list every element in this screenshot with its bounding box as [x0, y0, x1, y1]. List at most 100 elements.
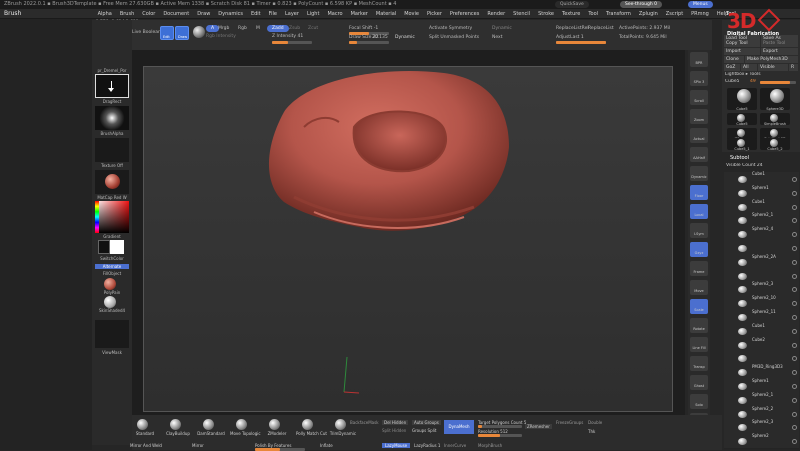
visibility-eye-icon[interactable] — [792, 315, 797, 320]
paste-tool-button[interactable]: Paste Tool — [761, 40, 798, 47]
matcap-label[interactable]: MatCap Red W — [95, 195, 129, 200]
replace-list-button[interactable]: ReplaceList — [588, 26, 614, 31]
shelf-local[interactable]: Local — [690, 204, 708, 219]
subtool-row[interactable]: Sphere2 — [724, 433, 799, 450]
menu-draw[interactable]: Draw — [193, 9, 214, 19]
visibility-eye-icon[interactable] — [792, 342, 797, 348]
draw-size-track[interactable] — [349, 41, 389, 44]
quicksave-button[interactable]: QuickSave — [555, 1, 589, 8]
shelf-frame[interactable]: Frame — [690, 261, 708, 276]
shelf-scale[interactable]: Scale — [690, 299, 708, 314]
menu-tool[interactable]: Tool — [584, 9, 602, 19]
skinshaded-label[interactable]: SkinShaded4 — [95, 308, 129, 313]
shelf-actual[interactable]: Actual — [690, 128, 708, 143]
visibility-eye-icon[interactable] — [792, 218, 797, 224]
shelf-move[interactable]: Move — [690, 280, 708, 295]
polypaint-label[interactable]: PolyPain — [95, 290, 129, 295]
brush-sphere-icon[interactable] — [302, 419, 313, 430]
menu-render[interactable]: Render — [483, 9, 509, 19]
z-intensity-track[interactable] — [272, 41, 312, 44]
mirror-weld-button[interactable]: Mirror And Weld — [130, 443, 162, 448]
make-polymesh-button[interactable]: Make PolyMesh3D — [745, 56, 798, 63]
fillobject-button[interactable]: FillObject — [95, 271, 129, 276]
shelf-scroll[interactable]: Scroll — [690, 90, 708, 105]
visibility-eye-icon[interactable] — [792, 177, 797, 182]
dynamesh-button[interactable]: DynaMesh — [444, 420, 474, 434]
brush-sphere-icon[interactable] — [170, 419, 181, 430]
dynamic-button[interactable]: Dynamic — [395, 35, 415, 40]
edit-button[interactable]: Edit — [160, 26, 174, 40]
mirror-button[interactable]: Mirror — [192, 443, 204, 448]
shelf-gxyz[interactable]: Gxyz — [690, 242, 708, 257]
copy-tool-button[interactable]: Copy Tool — [724, 40, 760, 47]
3d-viewport[interactable] — [143, 66, 673, 412]
freeze-groups-button[interactable]: FreezeGroups — [556, 420, 583, 425]
menu-dynamics[interactable]: Dynamics — [214, 9, 247, 19]
groups-split-button[interactable]: Groups Split — [412, 428, 436, 433]
menu-light[interactable]: Light — [303, 9, 323, 19]
lightbox-tools-button[interactable]: Lightbox ▸ Tools — [725, 72, 761, 77]
drag-rect-label[interactable]: DragRect — [95, 99, 129, 104]
main-color-swatch[interactable] — [110, 240, 124, 254]
morph-brush-button[interactable]: MorphBrush — [478, 443, 502, 448]
menu-marker[interactable]: Marker — [347, 9, 372, 19]
menu-stroke[interactable]: Stroke — [534, 9, 558, 19]
visibility-eye-icon[interactable] — [792, 439, 797, 445]
gradient-label[interactable]: Gradient — [95, 234, 129, 239]
rgb-intensity-slider[interactable]: Rgb Intensity — [206, 34, 236, 39]
brush-sphere-icon[interactable] — [236, 419, 247, 430]
shelf-transp[interactable]: Transp — [690, 356, 708, 371]
shelf-rotate[interactable]: Rotate — [690, 318, 708, 333]
clone-button[interactable]: Clone — [724, 56, 744, 63]
see-through-slider[interactable]: See-through 0 — [620, 1, 662, 8]
tool-thumb[interactable]: Cube5_2 — [760, 138, 790, 151]
visibility-eye-icon[interactable] — [792, 397, 797, 403]
visibility-eye-icon[interactable] — [792, 328, 797, 334]
next-button[interactable]: Next — [492, 35, 502, 40]
visibility-eye-icon[interactable] — [792, 259, 797, 265]
tool-thumb[interactable]: Cube5 — [727, 113, 757, 126]
tool-thumb[interactable]: Cube5_1 — [727, 138, 757, 151]
shelf-solo[interactable]: Solo — [690, 394, 708, 409]
visibility-eye-icon[interactable] — [792, 232, 797, 238]
secondary-color-swatch[interactable] — [98, 240, 110, 254]
export-button[interactable]: Export — [761, 48, 798, 55]
material-thumbnail[interactable] — [95, 170, 129, 194]
visibility-eye-icon[interactable] — [792, 204, 797, 210]
menu-zplugin[interactable]: Zplugin — [635, 9, 662, 19]
brush-palette-label[interactable]: Brush — [4, 9, 21, 19]
skinshaded-sphere-icon[interactable] — [104, 296, 116, 308]
menu-movie[interactable]: Movie — [400, 9, 423, 19]
visibility-eye-icon[interactable] — [792, 273, 797, 279]
mrgb-button[interactable]: Mrgb — [218, 26, 229, 31]
menu-prmng[interactable]: PRmng — [687, 9, 713, 19]
viewmask-thumbnail[interactable] — [95, 320, 129, 348]
r-button[interactable]: R — [789, 64, 798, 71]
shelf-zoom[interactable]: Zoom — [690, 109, 708, 124]
viewmask-label[interactable]: ViewMask — [95, 350, 129, 355]
texture-off-label[interactable]: Texture Off — [95, 163, 129, 168]
visibility-eye-icon[interactable] — [792, 190, 797, 196]
brush-sphere-icon[interactable] — [335, 419, 346, 430]
subtool-row[interactable]: Sphere2_4 — [724, 226, 799, 243]
sculpt-model[interactable] — [144, 67, 674, 413]
tool-thumb[interactable]: Sphere3D — [760, 88, 790, 111]
menu-document[interactable]: Document — [159, 9, 193, 19]
zadd-button[interactable]: Zadd — [267, 25, 289, 32]
lazy-radius-slider[interactable]: LazyRadius 1 — [414, 443, 440, 448]
brush-label[interactable]: DamStandard — [197, 431, 225, 436]
brush-alpha-label[interactable]: BrushAlpha — [95, 131, 129, 136]
live-boolean-button[interactable]: Live Boolean — [132, 30, 161, 35]
replace-list-rel-button[interactable]: ReplaceListRel — [556, 26, 589, 31]
brush-label[interactable]: Move Topologic — [230, 431, 261, 436]
menu-color[interactable]: Color — [138, 9, 159, 19]
visibility-eye-icon[interactable] — [792, 356, 797, 362]
goz-button[interactable]: GoZ — [724, 64, 740, 71]
visibility-eye-icon[interactable] — [792, 301, 797, 307]
menu-material[interactable]: Material — [372, 9, 400, 19]
import-button[interactable]: Import — [724, 48, 760, 55]
backface-mask-button[interactable]: BackfaceMask — [350, 420, 379, 425]
visibility-eye-icon[interactable] — [792, 384, 797, 389]
texture-thumbnail[interactable] — [95, 138, 129, 162]
alternate-button[interactable]: Alternate — [95, 264, 129, 269]
